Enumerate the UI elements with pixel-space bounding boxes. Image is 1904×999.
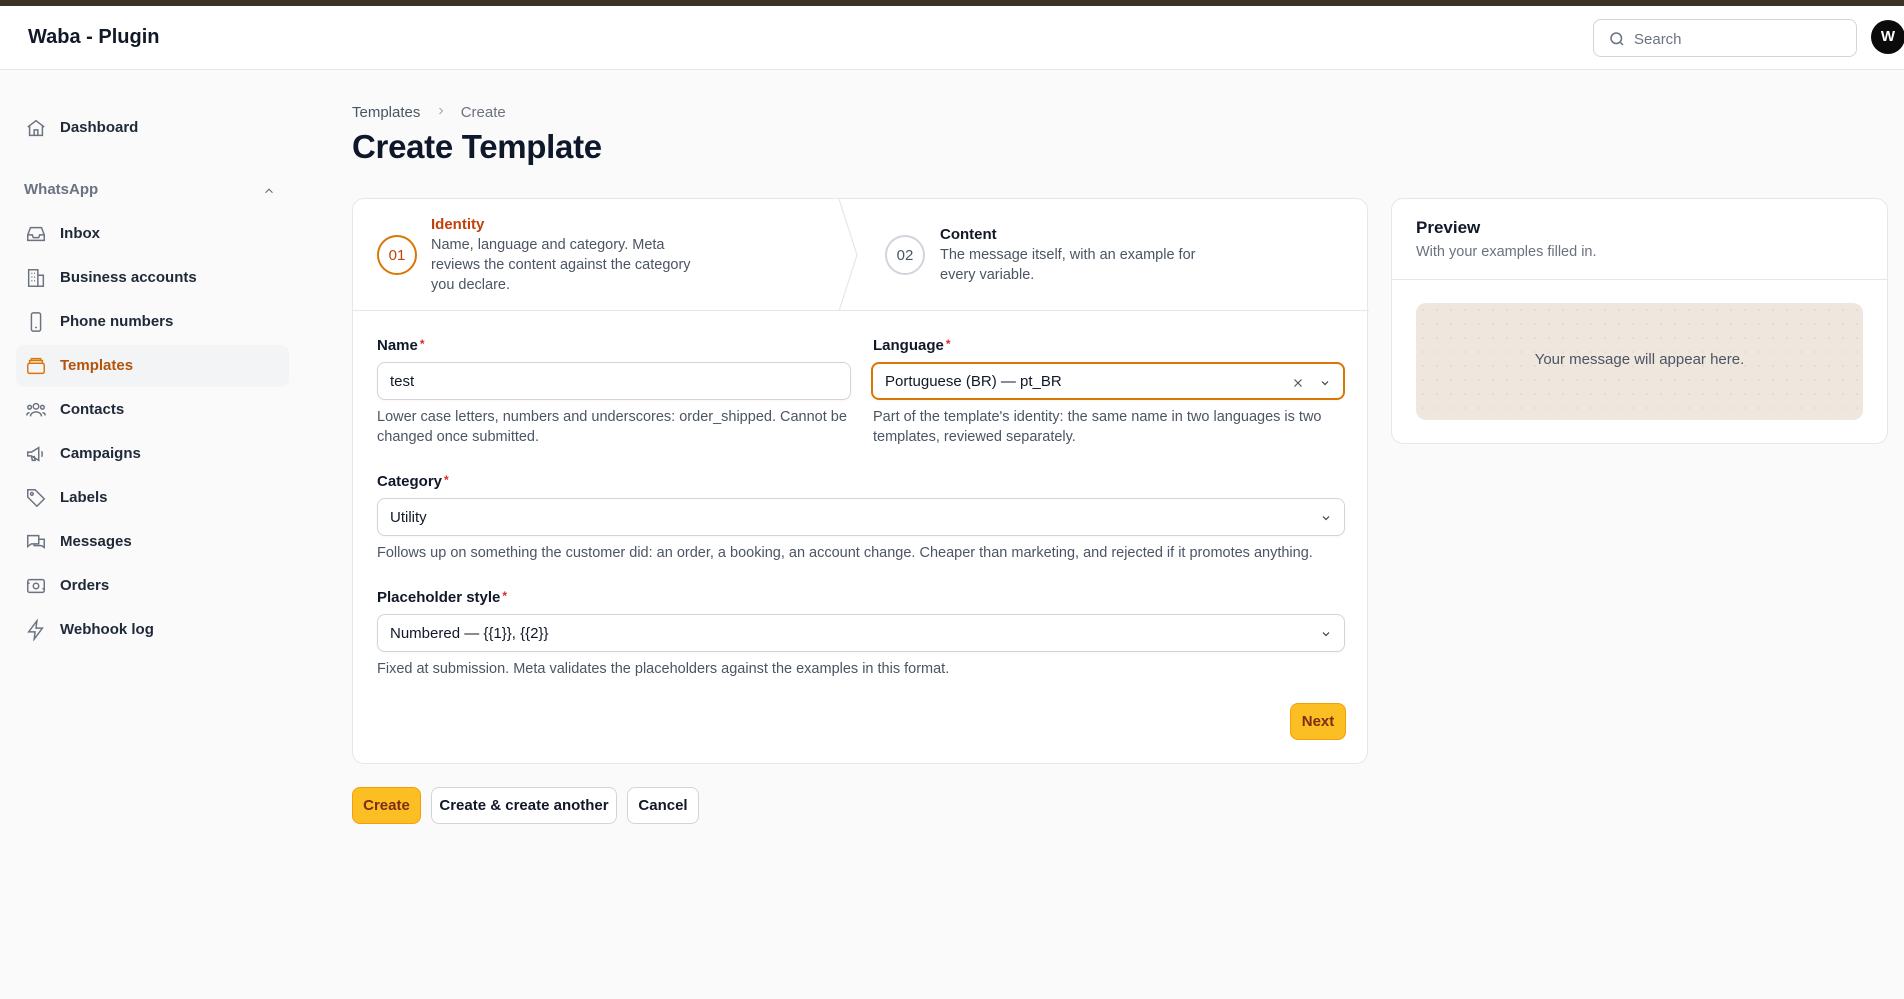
preview-panel: Preview With your examples filled in. Yo… [1391,198,1888,444]
chevron-down-icon[interactable] [1320,628,1332,640]
chevron-down-icon[interactable] [1320,512,1332,524]
sidebar-item-label: Messages [60,533,132,550]
sidebar-item-label: Inbox [60,225,100,242]
sidebar-item-webhook-log[interactable]: Webhook log [16,609,289,651]
chat-bubbles-icon [27,534,45,549]
chevron-right-icon [435,104,447,121]
phone-icon [30,312,42,332]
cancel-button[interactable]: Cancel [627,787,699,824]
placeholder-style-hint: Fixed at submission. Meta validates the … [377,661,950,677]
language-select[interactable]: Portuguese (BR) — pt_BR [871,362,1345,400]
receipt-icon [27,578,45,594]
sidebar-item-campaigns[interactable]: Campaigns [16,433,289,475]
category-select[interactable]: Utility [377,498,1345,536]
global-search[interactable] [1593,19,1857,57]
megaphone-icon [27,446,43,462]
step-number-identity[interactable]: 01 [377,235,417,275]
breadcrumb-parent[interactable]: Templates [352,104,420,121]
create-button[interactable]: Create [352,787,421,824]
category-label: Category * [377,473,449,490]
sidebar: Dashboard WhatsApp Inbox Business accoun… [0,71,300,999]
sidebar-item-label: Campaigns [60,445,141,462]
home-icon [27,119,45,137]
step-description-identity: Name, language and category. Meta review… [431,237,691,293]
language-label: Language * [873,337,951,354]
message-preview-area: Your message will appear here. [1416,303,1863,420]
sidebar-item-messages[interactable]: Messages [16,521,289,563]
chevron-up-icon[interactable] [262,184,276,198]
sidebar-group-whatsapp[interactable]: WhatsApp [24,181,98,198]
bolt-icon [27,619,44,641]
step-number-content[interactable]: 02 [885,235,925,275]
templates-icon [27,357,45,375]
preview-title: Preview [1416,218,1481,237]
users-icon [26,402,46,417]
template-wizard: 01 Identity Name, language and category.… [352,198,1369,764]
breadcrumb: Templates Create [352,103,506,121]
app-title: Waba - Plugin [28,26,160,48]
step-separator-arrow [839,199,858,311]
required-marker: * [444,473,449,487]
placeholder-style-select[interactable]: Numbered — {{1}}, {{2}} [377,614,1345,652]
sidebar-item-inbox[interactable]: Inbox [16,213,289,255]
sidebar-item-label: Dashboard [60,119,139,136]
sidebar-item-contacts[interactable]: Contacts [16,389,289,431]
step-title-content[interactable]: Content [940,226,997,243]
language-select-value: Portuguese (BR) — pt_BR [885,373,1062,390]
sidebar-item-templates[interactable]: Templates [16,345,289,387]
step-title-identity[interactable]: Identity [431,216,484,233]
required-marker: * [502,589,508,603]
sidebar-item-orders[interactable]: Orders [16,565,289,607]
sidebar-item-business-accounts[interactable]: Business accounts [16,257,289,299]
preview-subtitle: With your examples filled in. [1416,244,1597,260]
search-input[interactable] [1634,28,1844,50]
sidebar-item-labels[interactable]: Labels [16,477,289,519]
sidebar-item-label: Webhook log [60,621,154,638]
required-marker: * [945,337,951,351]
divider [1392,279,1887,280]
placeholder-style-select-value: Numbered — {{1}}, {{2}} [390,625,549,642]
building-icon [27,269,45,287]
category-hint: Follows up on something the customer did… [377,545,1313,561]
language-hint: Part of the template's identity: the sam… [873,409,1322,445]
name-input[interactable]: test [377,362,851,400]
name-input-value: test [390,373,415,390]
required-marker: * [419,337,425,351]
sidebar-item-label: Orders [60,577,110,594]
page-title: Create Template [352,128,602,165]
inbox-icon [27,226,45,242]
next-step-button[interactable]: Next [1290,703,1346,740]
sidebar-item-label: Phone numbers [60,313,174,330]
name-label: Name * [377,337,425,354]
step-description-content: The message itself, with an example for … [940,247,1196,283]
sidebar-item-label: Labels [60,489,108,506]
name-hint: Lower case letters, numbers and undersco… [377,409,847,445]
sidebar-item-phone-numbers[interactable]: Phone numbers [16,301,289,343]
sidebar-item-label: Templates [60,357,134,374]
category-select-value: Utility [390,509,427,526]
tag-icon [27,489,46,508]
preview-empty-text: Your message will appear here. [1534,351,1745,368]
placeholder-style-label: Placeholder style * [377,589,508,606]
sidebar-item-label: Business accounts [60,269,197,286]
top-bar: Waba - Plugin W [0,6,1904,70]
wizard-steps: 01 Identity Name, language and category.… [353,199,1369,311]
sidebar-item-dashboard[interactable]: Dashboard [16,107,289,149]
breadcrumb-current: Create [460,103,506,121]
user-avatar[interactable]: W [1871,20,1904,54]
chevron-down-icon[interactable] [1319,377,1331,389]
create-another-button[interactable]: Create & create another [431,787,617,824]
sidebar-item-label: Contacts [60,401,125,418]
search-icon [1610,32,1624,46]
close-icon[interactable] [1291,376,1305,390]
